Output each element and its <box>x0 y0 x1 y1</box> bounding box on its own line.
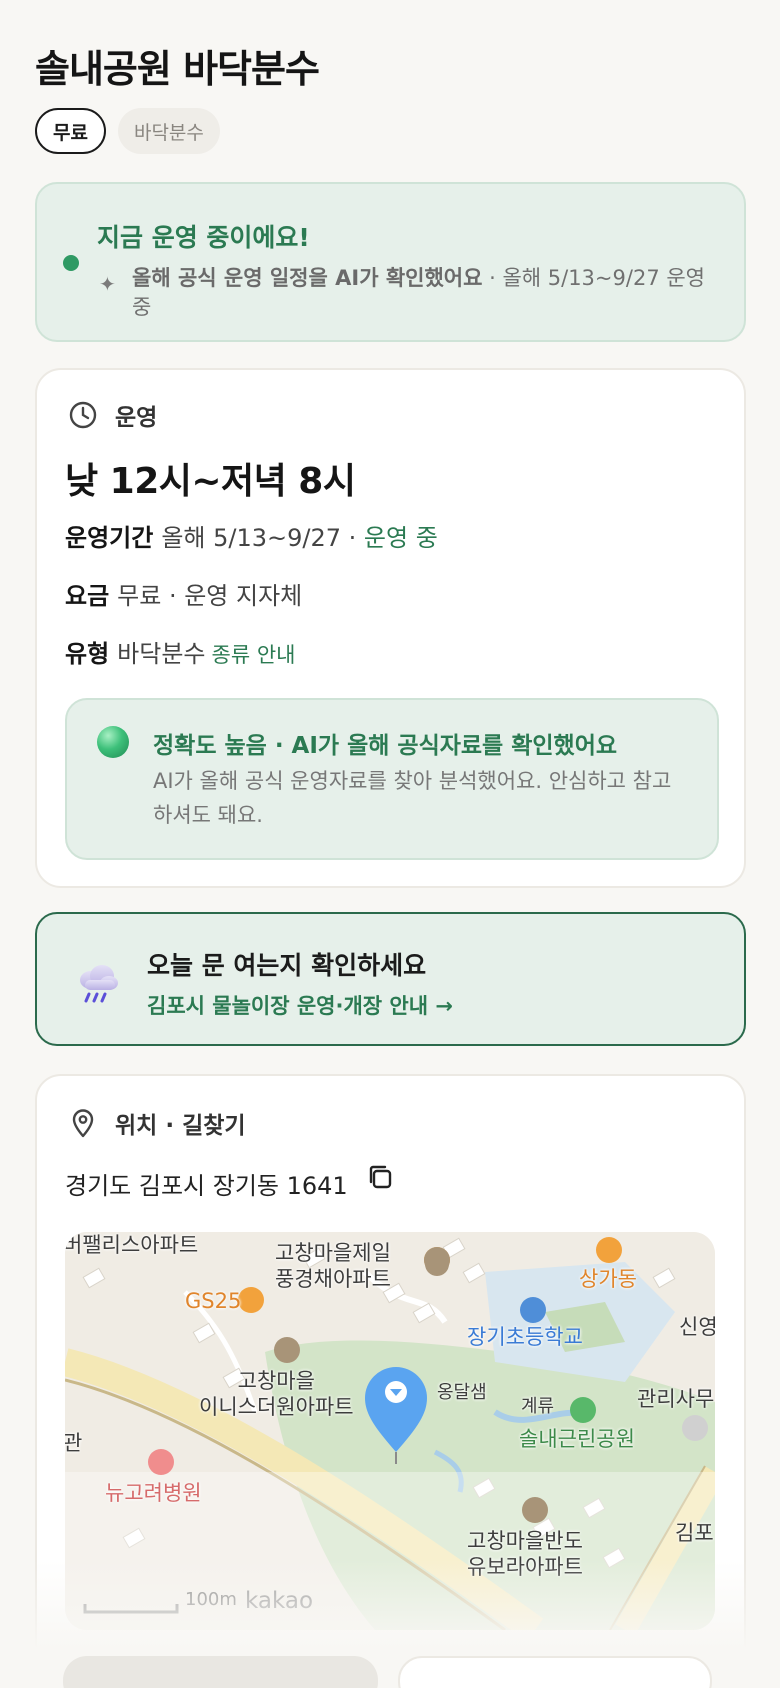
today-check-card[interactable]: 오늘 문 여는지 확인하세요 김포시 물놀이장 운영·개장 안내 → <box>35 912 746 1046</box>
type-value: 바닥분수 <box>117 640 206 668</box>
fee-key: 요금 <box>65 582 110 610</box>
rain-cloud-icon <box>80 965 118 1003</box>
period-row: 운영기간 올해 5/13~9/27 · 운영 중 <box>65 518 438 553</box>
bottom-button-left[interactable] <box>63 1656 378 1688</box>
period-key: 운영기간 <box>65 524 154 552</box>
price-chip[interactable]: 무료 <box>35 108 106 154</box>
map-label-apt2-line2: 풍경채아파트 <box>275 1267 391 1291</box>
location-pin-icon <box>72 1109 94 1138</box>
period-value: 올해 5/13~9/27 · <box>161 524 364 552</box>
location-section-header: 위치 · 길찾기 <box>67 1106 246 1140</box>
type-key: 유형 <box>65 640 110 668</box>
accuracy-title: 정확도 높음 · AI가 올해 공식자료를 확인했어요 <box>153 733 618 759</box>
map-label-apt1: 버팰리스아파트 <box>65 1233 199 1257</box>
map-label-gs25: GS25 <box>185 1289 242 1313</box>
bottom-button-right[interactable] <box>398 1656 712 1688</box>
copy-icon[interactable] <box>365 1162 395 1192</box>
accuracy-ball-icon <box>97 726 129 758</box>
clock-icon <box>69 401 97 429</box>
map-label-apt3-line1: 고창마을 <box>237 1369 315 1393</box>
status-dot-icon <box>63 255 79 271</box>
map-label-office: 관리사무 <box>637 1387 715 1411</box>
status-ai-note: 올해 공식 운영 일정을 AI가 확인했어요 · 올해 5/13~9/27 운영… <box>132 264 722 322</box>
operation-section-title: 운영 <box>115 405 158 431</box>
map-label-apt2: 고창마을제일 풍경채아파트 <box>275 1240 391 1292</box>
type-guide-link[interactable]: 종류 안내 <box>212 643 296 667</box>
status-headline: 지금 운영 중이에요! <box>97 223 310 252</box>
map-label-apt2-line1: 고창마을제일 <box>275 1241 391 1265</box>
map-label-apt4-line1: 고창마을반도 <box>467 1529 583 1553</box>
sparkle-icon: ✦ <box>99 272 116 296</box>
today-check-title: 오늘 문 여는지 확인하세요 <box>147 951 427 980</box>
type-chip[interactable]: 바닥분수 <box>117 108 220 154</box>
map-label-apt3-line2: 이니스더원아파트 <box>199 1395 354 1419</box>
page-title: 솔내공원 바닥분수 <box>35 47 320 91</box>
type-row: 유형 바닥분수 종류 안내 <box>65 634 295 669</box>
map-label-sin: 신영 <box>679 1315 715 1339</box>
accuracy-text: AI가 올해 공식 운영자료를 찾아 분석했어요. 안심하고 참고하셔도 돼요. <box>153 769 672 827</box>
map-label-park: 솔내근린공원 <box>519 1427 635 1451</box>
map-label-gwan: 관 <box>65 1431 83 1455</box>
map-label-hospital: 뉴고려병원 <box>105 1481 202 1505</box>
map-label-school: 장기초등학교 <box>467 1325 583 1349</box>
map-label-shop: 상가동 <box>579 1267 637 1291</box>
address-text: 경기도 김포시 장기동 1641 <box>65 1172 348 1200</box>
operating-hours: 낮 12시~저녁 8시 <box>65 461 356 502</box>
map-label-gyeryu: 계류 <box>521 1396 555 1417</box>
operation-section-header: 운영 <box>67 398 157 432</box>
accuracy-box: 정확도 높음 · AI가 올해 공식자료를 확인했어요 AI가 올해 공식 운영… <box>65 698 719 860</box>
status-card: 지금 운영 중이에요! ✦ 올해 공식 운영 일정을 AI가 확인했어요 · 올… <box>35 182 746 342</box>
fee-value: 무료 · 운영 지자체 <box>117 582 303 610</box>
chip-row: 무료 바닥분수 <box>35 108 220 154</box>
operation-card: 운영 낮 12시~저녁 8시 운영기간 올해 5/13~9/27 · 운영 중 요… <box>35 368 746 888</box>
map-label-gimpo: 김포 <box>675 1521 714 1545</box>
map-label-ongdal: 옹달샘 <box>437 1382 487 1403</box>
location-section-title: 위치 · 길찾기 <box>115 1113 246 1139</box>
ai-note-strong: 올해 공식 운영 일정을 AI가 확인했어요 <box>132 266 483 290</box>
map-label-apt3: 고창마을 이니스더원아파트 <box>199 1368 354 1420</box>
today-check-link[interactable]: 김포시 물놀이장 운영·개장 안내 → <box>147 990 453 1020</box>
period-status: 운영 중 <box>363 524 438 552</box>
fee-row: 요금 무료 · 운영 지자체 <box>65 576 302 611</box>
